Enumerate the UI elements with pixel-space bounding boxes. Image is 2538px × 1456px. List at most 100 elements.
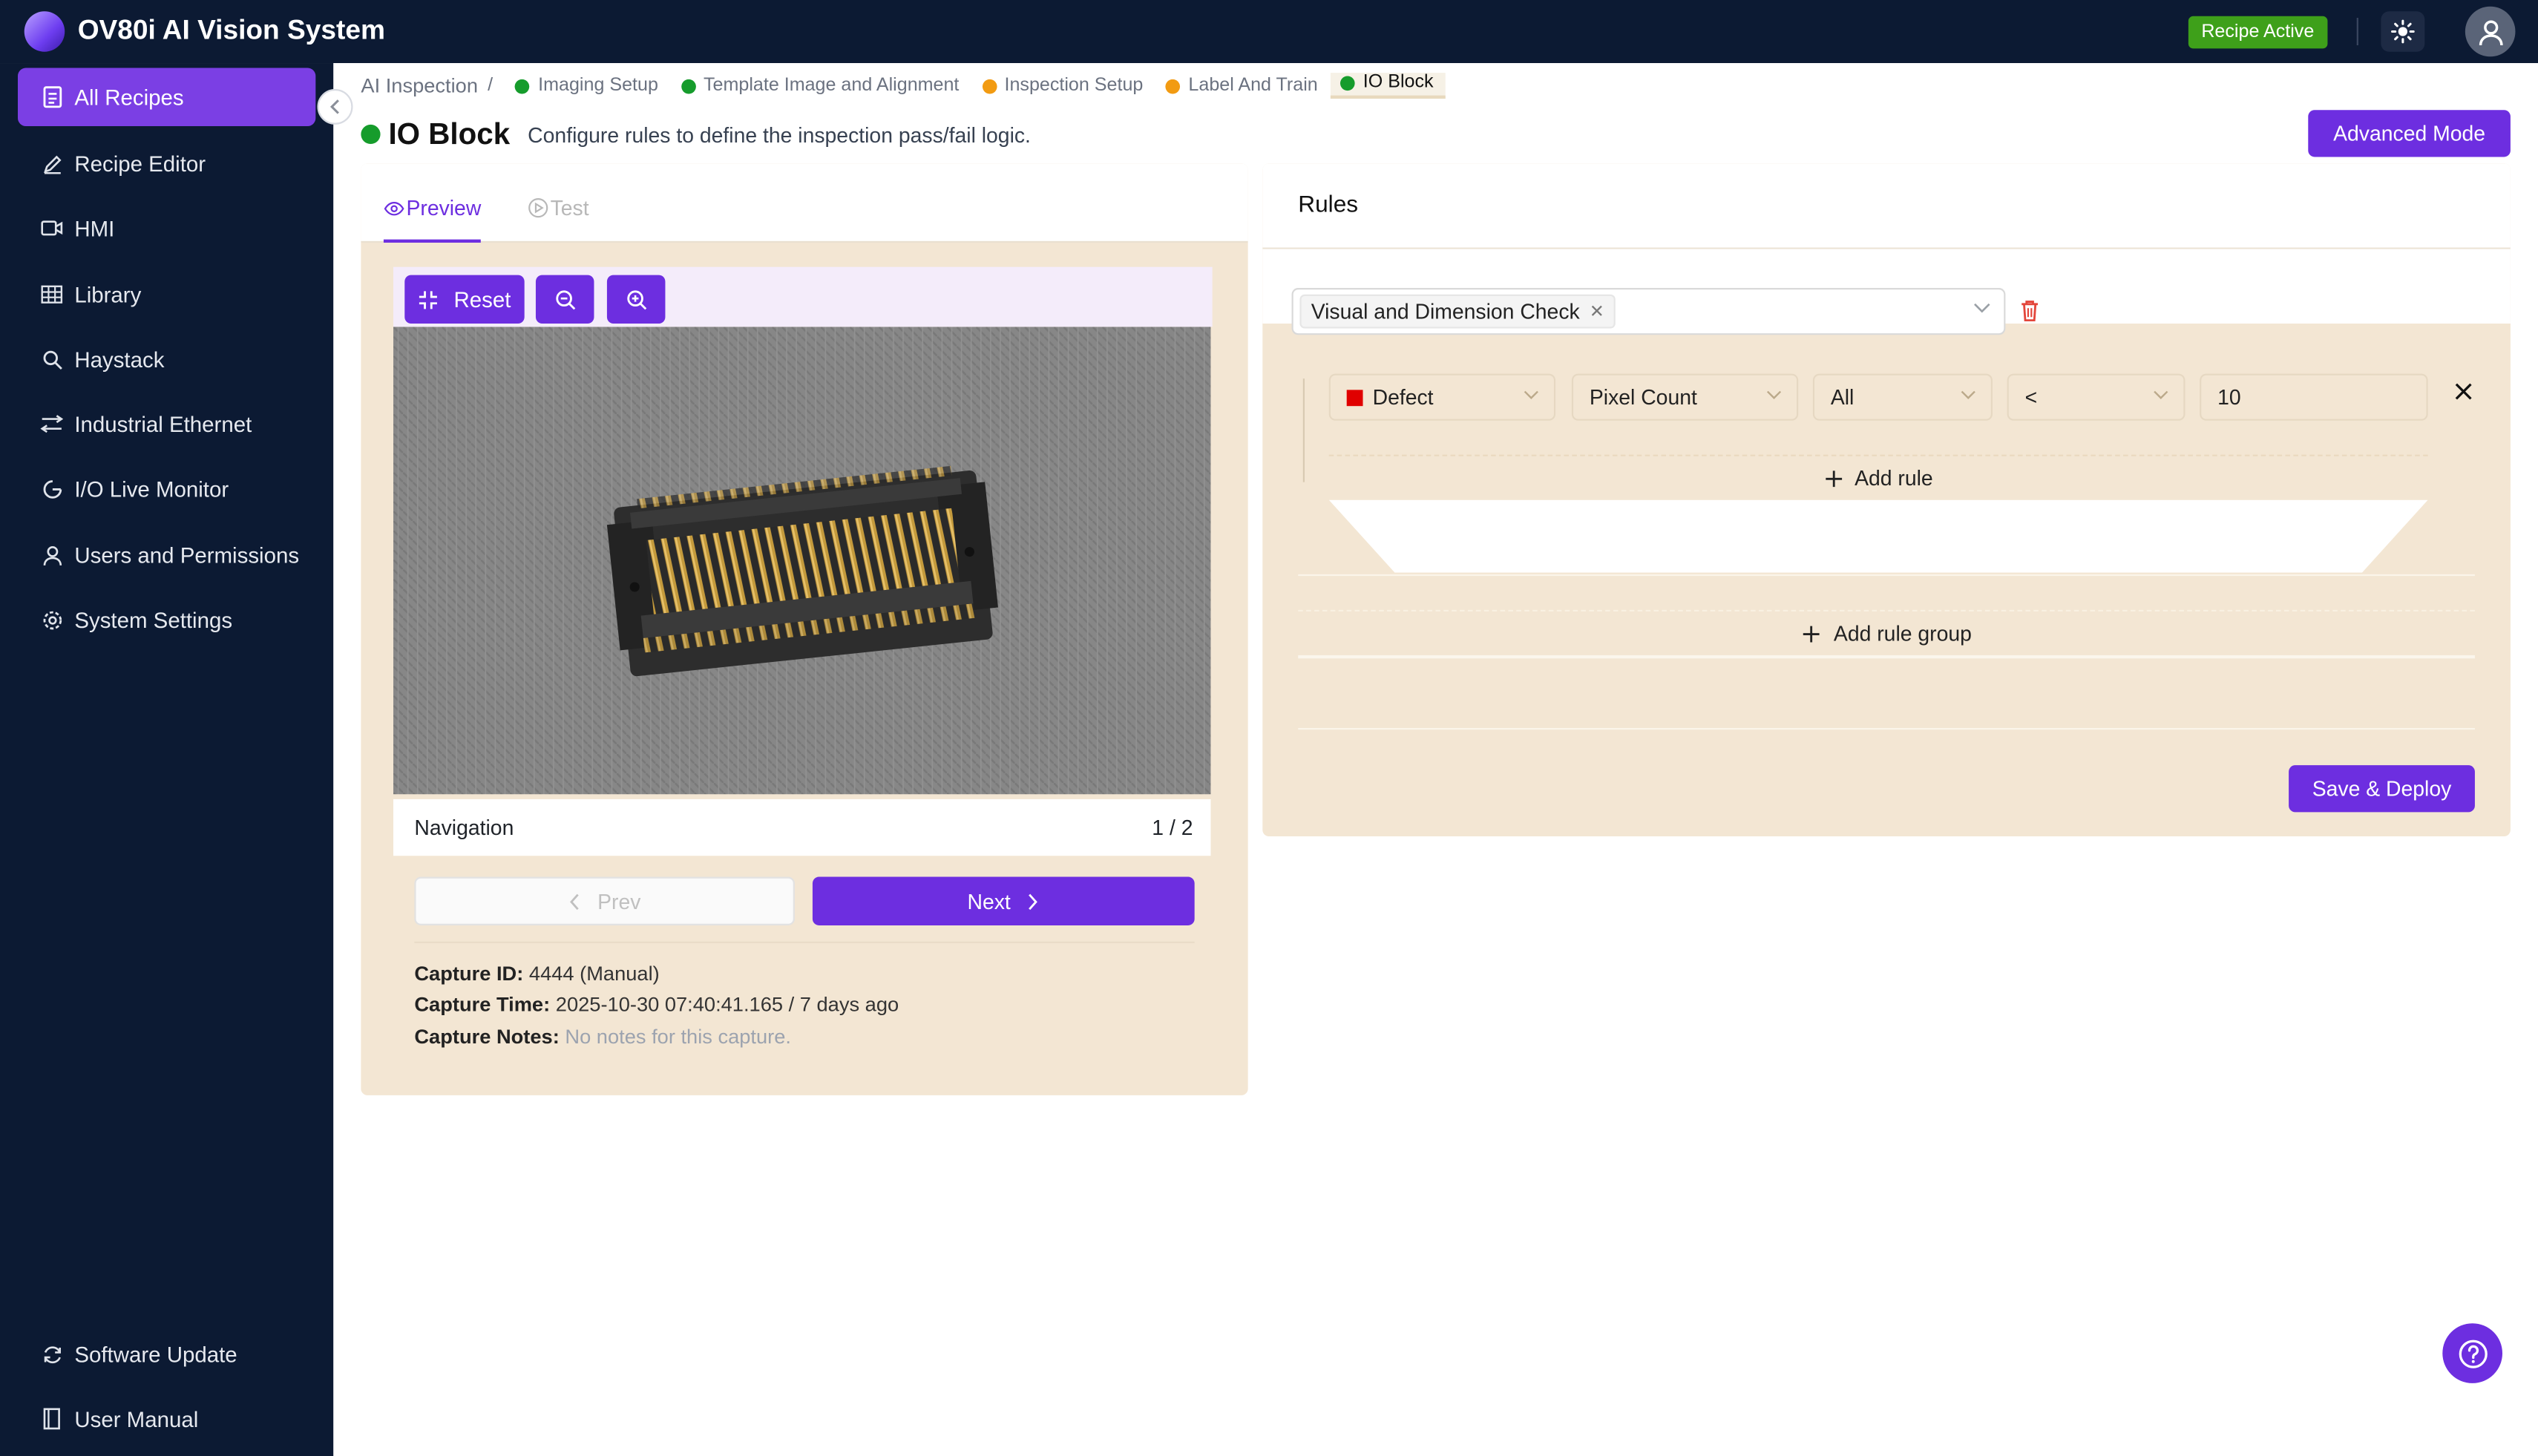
sidebar-item-haystack[interactable]: Haystack (18, 330, 315, 388)
sidebar-item-label: HMI (74, 216, 115, 240)
help-button[interactable] (2442, 1323, 2503, 1383)
breadcrumb-step-label: Label And Train (1188, 76, 1318, 96)
save-deploy-button[interactable]: Save & Deploy (2289, 765, 2475, 813)
app-title: OV80i AI Vision System (77, 14, 385, 46)
add-rule-label: Add rule (1855, 465, 1933, 491)
active-tab-indicator (383, 239, 481, 243)
breadcrumb-separator: / (488, 76, 494, 96)
capture-id-label: Capture ID: (414, 963, 524, 986)
topbar-divider (2356, 17, 2358, 46)
preview-panel: Preview Test Reset Navigation 1 / 2 Prev… (361, 163, 1248, 1095)
sidebar-item-library[interactable]: Library (18, 266, 315, 324)
status-dot (1340, 75, 1355, 90)
main-content: AI Inspection / Imaging Setup Template I… (333, 63, 2538, 1456)
remove-tag-icon[interactable]: ✕ (1590, 301, 1604, 322)
scope-value: All (1830, 384, 1855, 410)
breadcrumb-step-inspection-setup[interactable]: Inspection Setup (981, 76, 1144, 96)
sidebar-item-all-recipes[interactable]: All Recipes (17, 68, 316, 127)
next-button[interactable]: Next (812, 876, 1195, 925)
sidebar-item-software-update[interactable]: Software Update (18, 1325, 315, 1383)
recipe-status-badge: Recipe Active (2188, 16, 2327, 49)
class-value: Defect (1372, 384, 1434, 410)
prev-button[interactable]: Prev (414, 876, 795, 925)
sidebar-item-label: Users and Permissions (74, 542, 300, 568)
chevron-down-icon (1524, 390, 1538, 399)
chevron-down-icon (1766, 390, 1782, 399)
group-tag-label: Visual and Dimension Check (1311, 299, 1580, 324)
sidebar-item-user-manual[interactable]: User Manual (18, 1390, 315, 1448)
compress-icon (419, 290, 438, 309)
zoom-out-button[interactable] (535, 275, 594, 324)
video-icon (41, 217, 64, 240)
sidebar-item-label: Industrial Ethernet (74, 411, 252, 436)
grid-icon (41, 283, 64, 306)
sidebar-item-users-and-permissions[interactable]: Users and Permissions (18, 526, 315, 584)
add-group-label: Add rule group (1833, 621, 1972, 646)
sidebar-item-industrial-ethernet[interactable]: Industrial Ethernet (18, 395, 315, 453)
sidebar-item-system-settings[interactable]: System Settings (18, 591, 315, 649)
threshold-input[interactable]: 10 (2200, 373, 2428, 421)
breadcrumb: AI Inspection / Imaging Setup Template I… (361, 71, 1467, 100)
scope-select[interactable]: All (1812, 373, 1993, 421)
status-dot (681, 78, 696, 94)
breadcrumb-step-template-image[interactable]: Template Image and Alignment (681, 76, 959, 96)
tab-preview[interactable]: Preview (384, 196, 481, 220)
status-dot (515, 78, 531, 94)
reset-zoom-button[interactable]: Reset (404, 275, 525, 324)
sidebar-item-label: All Recipes (74, 85, 184, 110)
advanced-mode-button[interactable]: Advanced Mode (2308, 110, 2511, 157)
sidebar-item-io-live-monitor[interactable]: I/O Live Monitor (18, 459, 315, 517)
chevron-left-icon (329, 99, 339, 114)
group-tag: Visual and Dimension Check ✕ (1299, 294, 1616, 329)
reset-label: Reset (453, 286, 511, 312)
breadcrumb-step-io-block[interactable]: IO Block (1331, 73, 1445, 99)
tab-label: Test (550, 195, 589, 220)
add-rule-button[interactable]: Add rule (1328, 454, 2428, 500)
user-icon (41, 543, 64, 566)
capture-notes: Capture Notes: No notes for this capture… (414, 1026, 791, 1049)
top-bar: OV80i AI Vision System Recipe Active (0, 0, 2538, 64)
breadcrumb-root[interactable]: AI Inspection (361, 74, 478, 97)
next-label: Next (967, 888, 1011, 914)
chevron-down-icon (1961, 390, 1975, 399)
remove-rule-icon[interactable] (2454, 381, 2473, 401)
sidebar-item-label: Haystack (74, 347, 165, 372)
page-description: Configure rules to define the inspection… (528, 122, 1031, 147)
zoom-in-button[interactable] (606, 275, 666, 324)
user-avatar-button[interactable] (2465, 6, 2516, 57)
theme-toggle-button[interactable] (2381, 11, 2425, 52)
play-circle-icon (528, 198, 548, 218)
eye-icon (384, 200, 404, 215)
sidebar-collapse-button[interactable] (317, 88, 353, 125)
rule-connector-line (1302, 378, 1305, 482)
tab-test[interactable]: Test (528, 196, 589, 220)
class-select[interactable]: Defect (1328, 373, 1556, 421)
rule-group-select[interactable]: Visual and Dimension Check ✕ (1291, 288, 2006, 335)
pencil-icon (41, 152, 64, 175)
sidebar-item-hmi[interactable]: HMI (18, 199, 315, 257)
navigation-bar: Navigation 1 / 2 (393, 798, 1211, 856)
breadcrumb-step-imaging-setup[interactable]: Imaging Setup (515, 76, 658, 96)
sidebar-item-label: Library (74, 282, 142, 307)
add-rule-group-button[interactable]: Add rule group (1298, 609, 2475, 659)
chevron-down-icon (2154, 390, 2168, 399)
delete-group-icon[interactable] (2020, 299, 2039, 322)
prev-label: Prev (597, 888, 641, 914)
capture-time: Capture Time: 2025-10-30 07:40:41.165 / … (414, 994, 899, 1017)
breadcrumb-step-label: Imaging Setup (538, 76, 658, 96)
sidebar-item-label: User Manual (74, 1406, 199, 1432)
metric-select[interactable]: Pixel Count (1571, 373, 1799, 421)
connector-photo (393, 327, 1211, 795)
operator-select[interactable]: < (2007, 373, 2186, 421)
page-title: IO Block (388, 116, 511, 151)
plus-icon (1825, 470, 1842, 487)
gear-icon (41, 609, 64, 632)
sidebar-item-recipe-editor[interactable]: Recipe Editor (18, 134, 315, 192)
capture-notes-label: Capture Notes: (414, 1026, 560, 1049)
breadcrumb-step-label-and-train[interactable]: Label And Train (1165, 76, 1318, 96)
user-icon (2478, 19, 2502, 45)
breadcrumb-step-label: Inspection Setup (1004, 76, 1144, 96)
divider (1298, 574, 2475, 577)
file-list-icon (41, 86, 64, 109)
capture-image[interactable] (393, 327, 1211, 795)
